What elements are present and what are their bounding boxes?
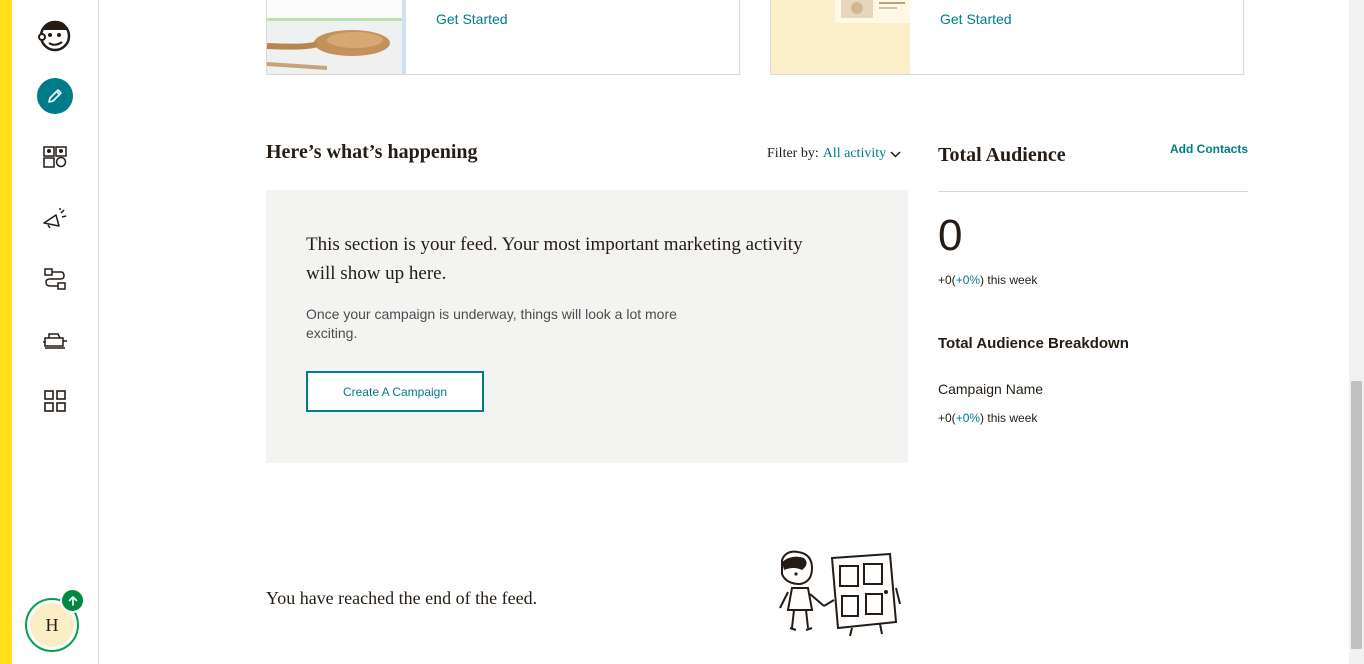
nav-automations[interactable] (35, 259, 75, 299)
total-audience-title: Total Audience (938, 144, 1066, 166)
automations-icon (44, 268, 66, 290)
get-started-link[interactable]: Get Started (436, 11, 508, 27)
campaign-name-label: Campaign Name (938, 381, 1044, 397)
chevron-down-icon (890, 150, 901, 158)
audience-icon (43, 146, 67, 168)
weekly-change: +0(+0%) this week (938, 273, 1037, 287)
postcard-preview-image (771, 0, 910, 74)
get-started-link[interactable]: Get Started (940, 11, 1012, 27)
sidebar: H (12, 0, 99, 664)
audience-count: 0 (938, 211, 963, 260)
pencil-icon (37, 78, 73, 114)
audience-breakdown-title: Total Audience Breakdown (938, 335, 1129, 352)
filter-value: All activity (822, 146, 887, 161)
get-started-card-2: Get Started (770, 0, 1244, 75)
weekly-change-percent: +0% (955, 273, 981, 287)
filter-dropdown[interactable]: Filter by: All activity (767, 146, 901, 162)
campaign-weekly-change: +0(+0%) this week (938, 411, 1037, 425)
scrollbar-thumb[interactable] (1351, 381, 1362, 649)
add-contacts-link[interactable]: Add Contacts (1170, 142, 1248, 156)
feed-heading: This section is your feed. Your most imp… (306, 234, 803, 284)
megaphone-icon (43, 208, 67, 229)
filter-label: Filter by: (767, 146, 819, 161)
campaign-change-prefix: +0( (938, 411, 956, 425)
campaign-change-suffix: ) this week (980, 411, 1038, 425)
feed-empty-state: This section is your feed. Your most imp… (266, 190, 908, 463)
feed-subtext: Once your campaign is underway, things w… (306, 306, 677, 341)
end-of-feed-illustration (772, 548, 902, 645)
grid-icon (44, 390, 66, 412)
nav-campaigns[interactable] (35, 198, 75, 238)
nav-website[interactable] (35, 320, 75, 360)
feed-title: Here’s what’s happening (266, 141, 478, 163)
wooden-spoon-image (266, 0, 406, 74)
nav-create[interactable] (35, 76, 75, 116)
freddie-logo-icon[interactable] (35, 15, 75, 55)
nav-integrations[interactable] (35, 381, 75, 421)
weekly-change-prefix: +0( (938, 273, 956, 287)
campaign-change-percent: +0% (955, 411, 981, 425)
get-started-card-1: Get Started (266, 0, 740, 75)
weekly-change-suffix: ) this week (980, 273, 1038, 287)
upgrade-badge[interactable] (60, 588, 85, 613)
divider (938, 191, 1248, 192)
website-icon (43, 333, 67, 349)
brand-strip (0, 0, 12, 664)
arrow-up-icon (68, 595, 77, 606)
create-campaign-button[interactable]: Create A Campaign (306, 371, 484, 412)
nav-audience[interactable] (35, 137, 75, 177)
end-of-feed-text: You have reached the end of the feed. (266, 588, 538, 608)
